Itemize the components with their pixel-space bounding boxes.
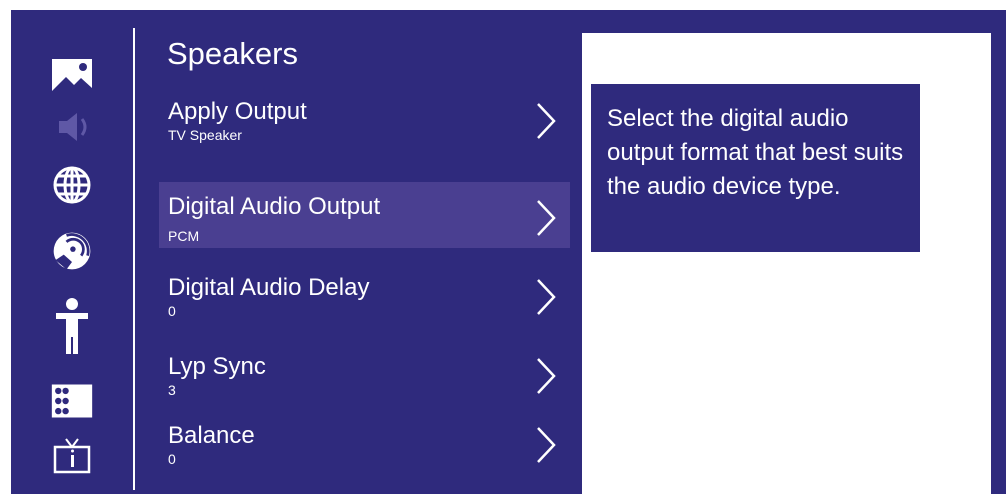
satellite-dish-icon[interactable] <box>50 229 94 273</box>
menu-item-label: Digital Audio Output <box>168 193 381 220</box>
sound-icon[interactable] <box>50 105 94 149</box>
menu-item-balance[interactable]: Balance 0 <box>159 419 570 485</box>
menu-item-digital-audio-output[interactable]: Digital Audio Output PCM <box>159 182 570 248</box>
menu-item-label: Digital Audio Delay <box>168 274 370 301</box>
chevron-right-icon <box>537 200 556 236</box>
globe-icon[interactable] <box>50 163 94 207</box>
chevron-right-icon <box>537 279 556 315</box>
menu-item-value: 0 <box>168 451 176 467</box>
menu-item-label: Balance <box>168 422 255 449</box>
accessibility-icon[interactable] <box>50 298 94 354</box>
chevron-right-icon <box>537 358 556 394</box>
page-title: Speakers <box>167 36 298 71</box>
keypad-icon[interactable] <box>50 379 94 423</box>
menu-item-lyp-sync[interactable]: Lyp Sync 3 <box>159 350 570 416</box>
menu-item-digital-audio-delay[interactable]: Digital Audio Delay 0 <box>159 271 570 337</box>
menu-item-value: PCM <box>168 228 200 244</box>
sidebar-divider <box>133 28 135 490</box>
help-text-box: Select the digital audio output format t… <box>591 84 920 252</box>
chevron-right-icon <box>537 103 556 139</box>
picture-icon[interactable] <box>50 53 94 97</box>
tv-settings-screen: Speakers Apply Output TV Speaker Digital… <box>0 0 1008 498</box>
menu-item-value: TV Speaker <box>168 127 242 143</box>
menu-item-value: 0 <box>168 303 176 319</box>
menu-item-apply-output[interactable]: Apply Output TV Speaker <box>159 95 570 161</box>
help-text: Select the digital audio output format t… <box>607 105 904 200</box>
menu-item-label: Apply Output <box>168 98 307 125</box>
menu-item-label: Lyp Sync <box>168 353 266 380</box>
menu-item-value: 3 <box>168 382 176 398</box>
tv-info-icon[interactable] <box>50 435 94 479</box>
chevron-right-icon <box>537 427 556 463</box>
